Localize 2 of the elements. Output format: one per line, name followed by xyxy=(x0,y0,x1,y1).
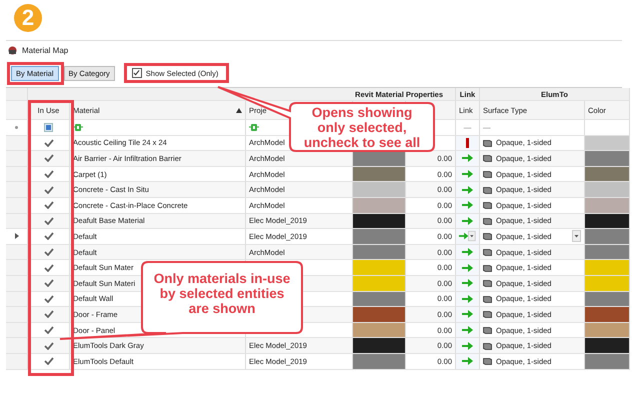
step-badge: 2 xyxy=(14,4,42,32)
window-title: Material Map xyxy=(22,46,68,54)
